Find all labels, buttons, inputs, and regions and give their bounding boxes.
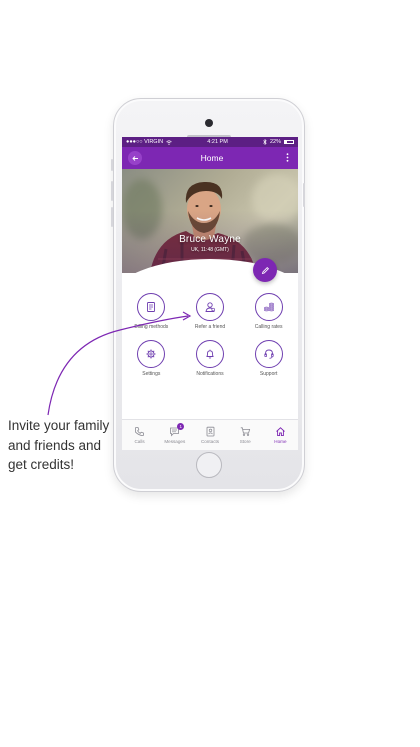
refer-friend-icon bbox=[195, 293, 224, 321]
status-time: 4:21 PM bbox=[207, 139, 228, 145]
tab-calls[interactable]: Calls bbox=[122, 420, 157, 450]
status-bar: ●●●○○ VIRGIN 4:21 PM 22% bbox=[122, 137, 298, 147]
menu-item-settings[interactable]: Settings bbox=[122, 340, 181, 377]
tab-label: Home bbox=[274, 439, 287, 444]
unread-badge: 1 bbox=[177, 423, 185, 430]
phone-home-button bbox=[196, 452, 222, 478]
phone-screen: ●●●○○ VIRGIN 4:21 PM 22% Home Bruce Wayn… bbox=[122, 137, 298, 450]
menu-item-support[interactable]: Support bbox=[239, 340, 298, 377]
page-title: Home bbox=[200, 153, 224, 163]
pencil-icon bbox=[261, 266, 269, 274]
back-button[interactable] bbox=[128, 151, 142, 165]
menu-item-billing-methods[interactable]: Billing methods bbox=[122, 293, 181, 330]
contacts-icon bbox=[206, 426, 214, 437]
menu-item-label: Settings bbox=[142, 371, 161, 377]
menu-item-refer-a-friend[interactable]: Refer a friend bbox=[181, 293, 240, 330]
edit-profile-button[interactable] bbox=[253, 258, 277, 282]
phone-icon bbox=[135, 427, 144, 437]
tab-label: Contacts bbox=[200, 439, 220, 444]
front-camera bbox=[205, 119, 213, 127]
calling-rates-icon bbox=[254, 293, 283, 321]
menu-item-label: Billing methods bbox=[134, 324, 169, 330]
menu-item-label: Support bbox=[259, 371, 278, 377]
cart-icon bbox=[240, 427, 250, 436]
menu-item-label: Notifications bbox=[196, 371, 224, 377]
tab-label: Messages bbox=[164, 439, 186, 444]
profile-overlay bbox=[122, 169, 298, 273]
tab-messages[interactable]: 1 Messages bbox=[157, 420, 192, 450]
user-name: Bruce Wayne bbox=[179, 234, 241, 245]
bluetooth-icon bbox=[263, 139, 267, 145]
menu-item-label: Refer a friend bbox=[194, 324, 226, 330]
billing-icon bbox=[137, 293, 166, 321]
mute-switch bbox=[111, 159, 113, 171]
battery-percent: 22% bbox=[269, 139, 281, 145]
tab-contacts[interactable]: Contacts bbox=[192, 420, 227, 450]
arrow-left-icon bbox=[131, 155, 138, 161]
phone-frame: ●●●○○ VIRGIN 4:21 PM 22% Home Bruce Wayn… bbox=[111, 98, 305, 492]
battery-icon bbox=[284, 140, 294, 144]
tab-label: Store bbox=[239, 439, 251, 444]
volume-down-button bbox=[111, 207, 113, 227]
power-button bbox=[303, 183, 305, 207]
promo-callout-text: Invite your family and friends and get c… bbox=[8, 418, 110, 472]
user-location: UK, 11:48 (GMT) bbox=[191, 247, 229, 253]
headset-icon bbox=[254, 340, 283, 368]
volume-up-button bbox=[111, 181, 113, 201]
app-bar: Home bbox=[122, 147, 298, 169]
menu-item-label: Calling rates bbox=[254, 324, 283, 330]
home-icon bbox=[276, 427, 285, 437]
tab-home[interactable]: Home bbox=[263, 420, 298, 450]
profile-header: Bruce Wayne UK, 11:48 (GMT) bbox=[122, 169, 298, 273]
menu-item-calling-rates[interactable]: Calling rates bbox=[239, 293, 298, 330]
carrier-label: ●●●○○ VIRGIN bbox=[126, 139, 164, 145]
menu-grid: Billing methods Refer a friend Calling r… bbox=[122, 293, 298, 377]
tab-label: Calls bbox=[134, 439, 145, 444]
settings-icon bbox=[137, 340, 166, 368]
bottom-tab-bar: Calls 1 Messages Contacts Store Home bbox=[122, 419, 298, 450]
more-menu-button[interactable] bbox=[282, 152, 292, 164]
menu-item-notifications[interactable]: Notifications bbox=[181, 340, 240, 377]
wifi-icon bbox=[166, 139, 172, 145]
tab-store[interactable]: Store bbox=[228, 420, 263, 450]
bell-icon bbox=[195, 340, 224, 368]
more-vertical-icon bbox=[286, 152, 288, 162]
